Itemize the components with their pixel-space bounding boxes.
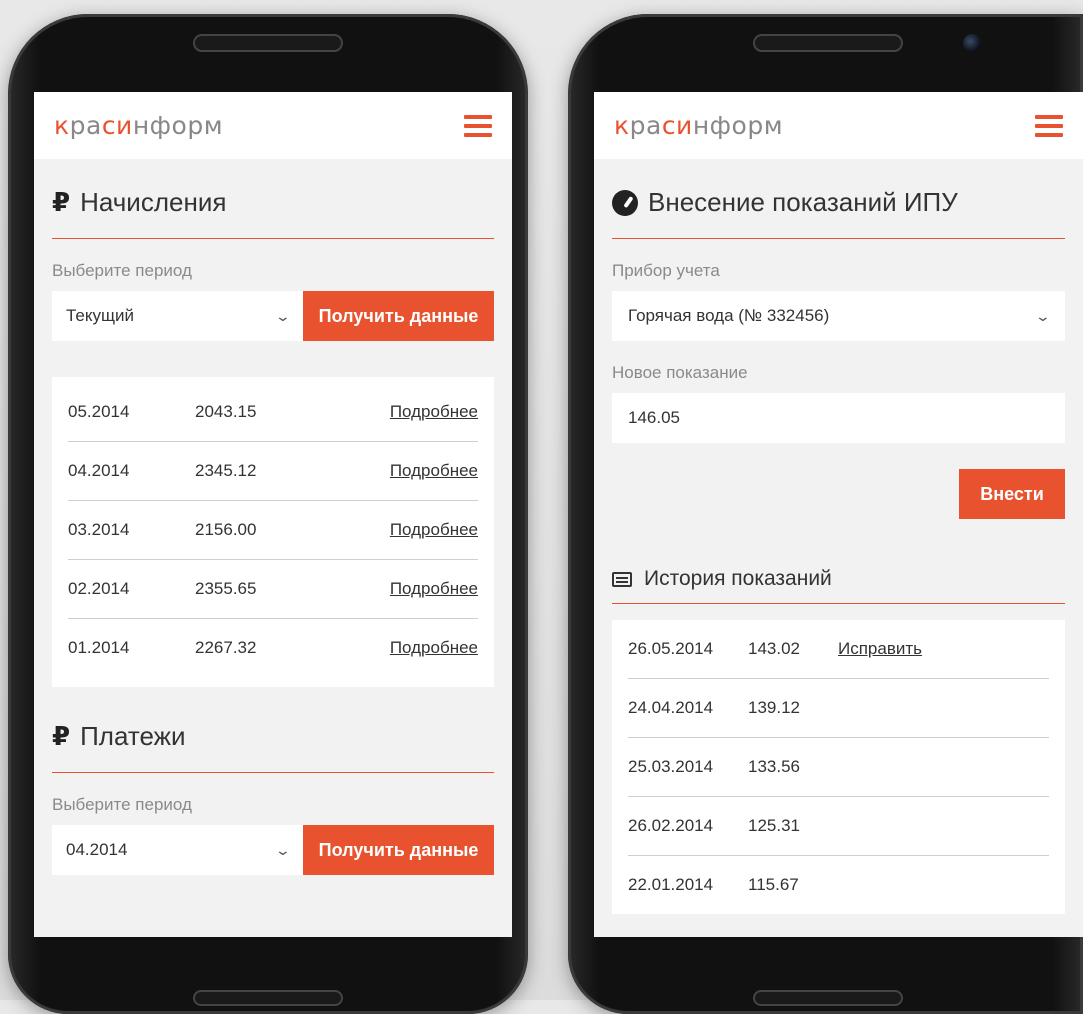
- charge-period: 02.2014: [68, 579, 130, 598]
- new-reading-label: Новое показание: [612, 363, 748, 382]
- charges-list: 05.2014 2043.15 Подробнее 04.2014 2345.12 Под…: [52, 377, 494, 687]
- meter-readings-title: Внесение показаний ИПУ: [612, 159, 1065, 239]
- charges-period-select[interactable]: Текущий ⌄: [52, 291, 303, 341]
- brand-logo: красинформ: [614, 111, 784, 140]
- history-date: 26.02.2014: [628, 816, 714, 835]
- charge-period: 01.2014: [68, 638, 130, 657]
- history-date: 26.05.2014: [628, 639, 714, 658]
- charge-amount: 2156.00: [195, 520, 257, 539]
- right-phone: красинформ Внесение показаний ИПУ Прибор…: [568, 14, 1083, 1014]
- history-date: 24.04.2014: [628, 698, 714, 717]
- left-phone: красинформ ₽ Начисления Выберите период …: [8, 14, 528, 1014]
- history-row: 26.05.2014 143.02 Исправить: [628, 620, 1049, 679]
- history-row: 26.02.2014 125.31: [628, 797, 1049, 856]
- charge-period: 05.2014: [68, 402, 130, 421]
- payments-period-select[interactable]: 04.2014 ⌄: [52, 825, 303, 875]
- app-header: красинформ: [34, 92, 512, 159]
- charges-get-data-button[interactable]: Получить данные: [303, 291, 494, 341]
- history-title: История показаний: [612, 519, 1065, 604]
- right-screen: красинформ Внесение показаний ИПУ Прибор…: [594, 92, 1083, 937]
- charge-amount: 2267.32: [195, 638, 257, 657]
- speaker-grille: [753, 34, 903, 52]
- charges-title: ₽ Начисления: [52, 159, 494, 239]
- history-row: 24.04.2014 139.12: [628, 679, 1049, 738]
- history-value: 115.67: [748, 875, 799, 894]
- camera-icon: [963, 34, 981, 52]
- charge-period: 03.2014: [68, 520, 130, 539]
- charge-amount: 2355.65: [195, 579, 257, 598]
- charges-period-label: Выберите период: [52, 261, 192, 280]
- speaker-grille: [193, 34, 343, 52]
- submit-reading-button[interactable]: Внести: [959, 469, 1065, 519]
- new-reading-input[interactable]: 146.05: [612, 393, 1065, 443]
- chevron-down-icon: ⌄: [274, 307, 292, 324]
- edit-link[interactable]: Исправить: [838, 639, 922, 659]
- details-link[interactable]: Подробнее: [390, 402, 478, 422]
- payments-get-data-button[interactable]: Получить данные: [303, 825, 494, 875]
- history-row: 25.03.2014 133.56: [628, 738, 1049, 797]
- dashboard-gauge-icon: [612, 189, 638, 216]
- history-value: 125.31: [748, 816, 800, 835]
- ruble-icon: ₽: [52, 187, 71, 217]
- charges-row: 03.2014 2156.00 Подробнее: [68, 501, 478, 560]
- details-link[interactable]: Подробнее: [390, 579, 478, 599]
- history-date: 25.03.2014: [628, 757, 714, 776]
- menu-icon[interactable]: [1035, 114, 1063, 137]
- left-screen: красинформ ₽ Начисления Выберите период …: [34, 92, 512, 937]
- history-list: 26.05.2014 143.02 Исправить 24.04.2014 139.1…: [612, 620, 1065, 914]
- history-value: 133.56: [748, 757, 800, 776]
- details-link[interactable]: Подробнее: [390, 461, 478, 481]
- history-value: 139.12: [748, 698, 800, 717]
- charges-row: 04.2014 2345.12 Подробнее: [68, 442, 478, 501]
- list-icon: [612, 571, 632, 587]
- charges-row: 01.2014 2267.32 Подробнее: [68, 619, 478, 677]
- brand-logo: красинформ: [54, 111, 224, 140]
- menu-icon[interactable]: [464, 114, 492, 137]
- history-value: 143.02: [748, 639, 800, 658]
- history-row: 22.01.2014 115.67: [628, 856, 1049, 914]
- bottom-speaker: [193, 990, 343, 1006]
- chevron-down-icon: ⌄: [274, 841, 292, 858]
- app-header: красинформ: [594, 92, 1083, 159]
- charges-row: 02.2014 2355.65 Подробнее: [68, 560, 478, 619]
- ruble-icon: ₽: [52, 721, 71, 751]
- meter-label: Прибор учета: [612, 261, 720, 280]
- meter-select[interactable]: Горячая вода (№ 332456) ⌄: [612, 291, 1065, 341]
- bottom-speaker: [753, 990, 903, 1006]
- details-link[interactable]: Подробнее: [390, 638, 478, 658]
- chevron-down-icon: ⌄: [1034, 307, 1052, 324]
- charge-period: 04.2014: [68, 461, 130, 480]
- details-link[interactable]: Подробнее: [390, 520, 478, 540]
- charge-amount: 2043.15: [195, 402, 257, 421]
- charge-amount: 2345.12: [195, 461, 257, 480]
- payments-title: ₽ Платежи: [52, 687, 494, 773]
- payments-period-label: Выберите период: [52, 795, 192, 814]
- history-date: 22.01.2014: [628, 875, 714, 894]
- charges-row: 05.2014 2043.15 Подробнее: [68, 383, 478, 442]
